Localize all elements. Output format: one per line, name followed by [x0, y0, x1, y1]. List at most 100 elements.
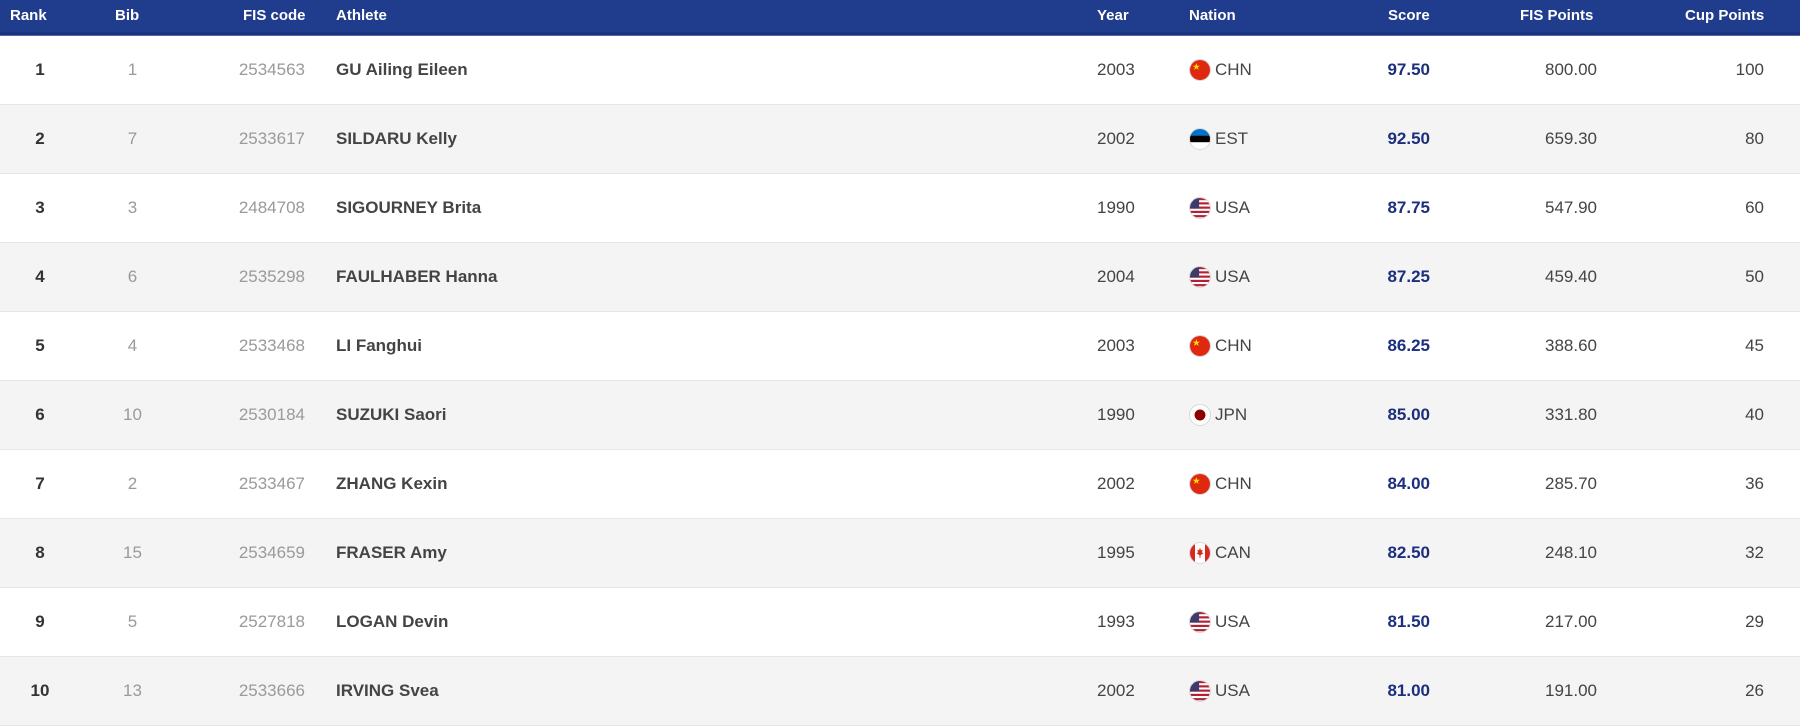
- cup-points-cell: 60: [1745, 198, 1764, 217]
- cup-points-cell: 26: [1745, 681, 1764, 700]
- nation-cell: JPN: [1189, 404, 1247, 426]
- column-header-year[interactable]: Year: [1097, 7, 1129, 25]
- fis-code-cell: 2484708: [238, 198, 305, 217]
- rank-cell: 9: [35, 612, 45, 631]
- year-cell: 1990: [1097, 405, 1135, 424]
- table-row[interactable]: 1 1 2534563 GU Ailing Eileen 2003 CHN 97…: [0, 36, 1800, 105]
- bib-cell: 10: [123, 405, 142, 424]
- bib-cell: 13: [123, 681, 142, 700]
- nation-cell: CHN: [1189, 335, 1252, 357]
- fis-points-cell: 285.70: [1545, 474, 1597, 493]
- canada-flag-icon: [1189, 542, 1211, 564]
- nation-code: USA: [1215, 612, 1250, 631]
- nation-code: USA: [1215, 198, 1250, 217]
- athlete-name-link[interactable]: GU Ailing Eileen: [336, 60, 468, 80]
- table-row[interactable]: 8 15 2534659 FRASER Amy 1995 CAN 82.50 2…: [0, 519, 1800, 588]
- fis-points-cell: 800.00: [1545, 60, 1597, 79]
- fis-points-cell: 659.30: [1545, 129, 1597, 148]
- table-body: 1 1 2534563 GU Ailing Eileen 2003 CHN 97…: [0, 36, 1800, 726]
- column-header-bib[interactable]: Bib: [115, 7, 139, 25]
- year-cell: 2002: [1097, 681, 1135, 700]
- table-header: Rank Bib FIS code Athlete Year Nation Sc…: [0, 0, 1800, 36]
- table-row[interactable]: 6 10 2530184 SUZUKI Saori 1990 JPN 85.00…: [0, 381, 1800, 450]
- athlete-name-link[interactable]: FRASER Amy: [336, 543, 447, 563]
- athlete-name-link[interactable]: SUZUKI Saori: [336, 405, 447, 425]
- usa-flag-icon: [1189, 197, 1211, 219]
- score-cell: 92.50: [1387, 129, 1430, 148]
- score-cell: 85.00: [1387, 405, 1430, 424]
- nation-code: CHN: [1215, 474, 1252, 493]
- fis-points-cell: 388.60: [1545, 336, 1597, 355]
- cup-points-cell: 45: [1745, 336, 1764, 355]
- fis-code-cell: 2533666: [238, 681, 305, 700]
- bib-cell: 4: [127, 336, 138, 355]
- fis-points-cell: 217.00: [1545, 612, 1597, 631]
- table-row[interactable]: 2 7 2533617 SILDARU Kelly 2002 EST 92.50…: [0, 105, 1800, 174]
- nation-cell: CHN: [1189, 59, 1252, 81]
- nation-cell: CHN: [1189, 473, 1252, 495]
- fis-points-cell: 547.90: [1545, 198, 1597, 217]
- bib-cell: 7: [127, 129, 138, 148]
- year-cell: 2004: [1097, 267, 1135, 286]
- column-header-athlete[interactable]: Athlete: [336, 7, 387, 25]
- rank-cell: 8: [35, 543, 45, 562]
- fis-code-cell: 2534563: [238, 60, 305, 79]
- estonia-flag-icon: [1189, 128, 1211, 150]
- year-cell: 2003: [1097, 60, 1135, 79]
- japan-flag-icon: [1189, 404, 1211, 426]
- nation-code: EST: [1215, 129, 1249, 148]
- cup-points-cell: 29: [1745, 612, 1764, 631]
- nation-cell: USA: [1189, 197, 1250, 219]
- year-cell: 1990: [1097, 198, 1135, 217]
- fis-points-cell: 459.40: [1545, 267, 1597, 286]
- nation-code: CHN: [1215, 336, 1252, 355]
- results-table: Rank Bib FIS code Athlete Year Nation Sc…: [0, 0, 1800, 726]
- nation-cell: USA: [1189, 680, 1250, 702]
- athlete-name-link[interactable]: ZHANG Kexin: [336, 474, 447, 494]
- fis-code-cell: 2533617: [238, 129, 305, 148]
- score-cell: 81.50: [1387, 612, 1430, 631]
- rank-cell: 10: [30, 681, 50, 700]
- fis-code-cell: 2534659: [238, 543, 305, 562]
- athlete-name-link[interactable]: LOGAN Devin: [336, 612, 448, 632]
- nation-cell: USA: [1189, 266, 1250, 288]
- column-header-score[interactable]: Score: [1388, 7, 1430, 25]
- rank-cell: 3: [35, 198, 45, 217]
- year-cell: 1993: [1097, 612, 1135, 631]
- table-row[interactable]: 7 2 2533467 ZHANG Kexin 2002 CHN 84.00 2…: [0, 450, 1800, 519]
- column-header-nation[interactable]: Nation: [1189, 7, 1236, 25]
- athlete-name-link[interactable]: LI Fanghui: [336, 336, 422, 356]
- athlete-name-link[interactable]: SIGOURNEY Brita: [336, 198, 481, 218]
- column-header-fis-points[interactable]: FIS Points: [1520, 7, 1593, 25]
- rank-cell: 6: [35, 405, 45, 424]
- bib-cell: 6: [127, 267, 138, 286]
- column-header-cup-points[interactable]: Cup Points: [1685, 7, 1764, 25]
- nation-cell: EST: [1189, 128, 1248, 150]
- cup-points-cell: 40: [1745, 405, 1764, 424]
- table-row[interactable]: 5 4 2533468 LI Fanghui 2003 CHN 86.25 38…: [0, 312, 1800, 381]
- fis-code-cell: 2533467: [238, 474, 305, 493]
- nation-cell: CAN: [1189, 542, 1251, 564]
- table-row[interactable]: 3 3 2484708 SIGOURNEY Brita 1990 USA 87.…: [0, 174, 1800, 243]
- nation-code: CAN: [1215, 543, 1251, 562]
- year-cell: 1995: [1097, 543, 1135, 562]
- nation-code: JPN: [1215, 405, 1248, 424]
- rank-cell: 2: [35, 129, 45, 148]
- table-row[interactable]: 4 6 2535298 FAULHABER Hanna 2004 USA 87.…: [0, 243, 1800, 312]
- table-row[interactable]: 9 5 2527818 LOGAN Devin 1993 USA 81.50 2…: [0, 588, 1800, 657]
- athlete-name-link[interactable]: IRVING Svea: [336, 681, 439, 701]
- score-cell: 87.25: [1387, 267, 1430, 286]
- score-cell: 84.00: [1387, 474, 1430, 493]
- usa-flag-icon: [1189, 611, 1211, 633]
- cup-points-cell: 80: [1745, 129, 1764, 148]
- athlete-name-link[interactable]: FAULHABER Hanna: [336, 267, 498, 287]
- rank-cell: 7: [35, 474, 45, 493]
- table-row[interactable]: 10 13 2533666 IRVING Svea 2002 USA 81.00…: [0, 657, 1800, 726]
- athlete-name-link[interactable]: SILDARU Kelly: [336, 129, 457, 149]
- column-header-fis-code[interactable]: FIS code: [243, 7, 306, 25]
- column-header-rank[interactable]: Rank: [10, 7, 47, 25]
- nation-code: CHN: [1215, 60, 1252, 79]
- score-cell: 81.00: [1387, 681, 1430, 700]
- nation-code: USA: [1215, 267, 1250, 286]
- score-cell: 87.75: [1387, 198, 1430, 217]
